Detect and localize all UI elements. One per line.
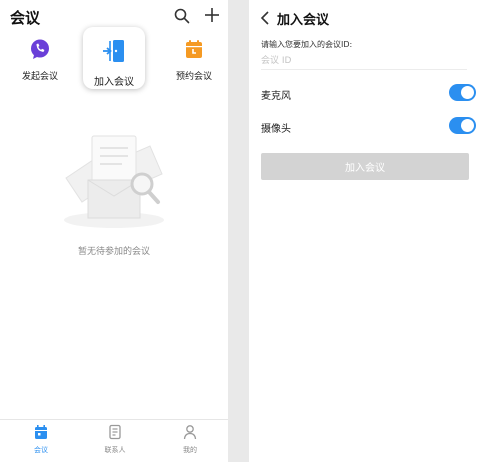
enter-door-icon bbox=[103, 40, 124, 62]
tab-meetings[interactable]: 会议 bbox=[16, 424, 66, 455]
plus-icon[interactable] bbox=[204, 7, 220, 23]
meeting-id-label: 请输入您要加入的会议ID: bbox=[261, 40, 353, 49]
panel-divider bbox=[228, 0, 249, 462]
empty-state-text: 暂无待参加的会议 bbox=[77, 247, 150, 257]
tab-meetings-label: 会议 bbox=[34, 446, 48, 454]
camera-label: 摄像头 bbox=[261, 124, 291, 135]
page-title: 会议 bbox=[10, 9, 41, 27]
tab-me[interactable]: 我的 bbox=[165, 424, 215, 455]
camera-toggle[interactable] bbox=[449, 117, 476, 134]
schedule-meeting-button[interactable]: 预约会议 bbox=[168, 38, 220, 82]
join-meeting-screen: 加入会议 请输入您要加入的会议ID: 麦克风 摄像头 加入会议 bbox=[249, 0, 480, 462]
calendar-tab-icon bbox=[35, 425, 47, 439]
back-chevron-icon[interactable] bbox=[260, 11, 270, 25]
join-meeting-submit-button[interactable]: 加入会议 bbox=[261, 153, 469, 180]
person-icon bbox=[183, 425, 197, 440]
microphone-toggle[interactable] bbox=[449, 84, 476, 101]
toggle-knob bbox=[461, 86, 474, 99]
empty-documents-illustration bbox=[64, 135, 164, 228]
join-meeting-button[interactable]: 加入会议 bbox=[83, 27, 145, 89]
calendar-icon bbox=[186, 40, 202, 58]
microphone-row: 麦克风 bbox=[261, 84, 476, 104]
tab-contacts-label: 联系人 bbox=[104, 446, 126, 454]
schedule-meeting-label: 预约会议 bbox=[175, 72, 212, 82]
contacts-icon bbox=[109, 424, 121, 440]
search-icon[interactable] bbox=[174, 8, 190, 24]
meetings-screen: 会议 发起会议 加入会议 预约会议 暂无待参加的会议 会议 联系人 我的 bbox=[0, 0, 228, 462]
page-title: 加入会议 bbox=[277, 13, 330, 28]
toggle-knob bbox=[461, 119, 474, 132]
camera-row: 摄像头 bbox=[261, 117, 476, 137]
start-meeting-label: 发起会议 bbox=[21, 72, 58, 82]
phone-bubble-icon bbox=[31, 39, 49, 59]
start-meeting-button[interactable]: 发起会议 bbox=[16, 38, 64, 82]
tab-me-label: 我的 bbox=[183, 446, 197, 454]
bottom-tabbar: 会议 联系人 我的 bbox=[0, 419, 228, 462]
meeting-id-input[interactable] bbox=[261, 53, 467, 70]
microphone-label: 麦克风 bbox=[261, 91, 291, 102]
join-meeting-label: 加入会议 bbox=[94, 77, 134, 88]
tab-contacts[interactable]: 联系人 bbox=[90, 424, 140, 455]
